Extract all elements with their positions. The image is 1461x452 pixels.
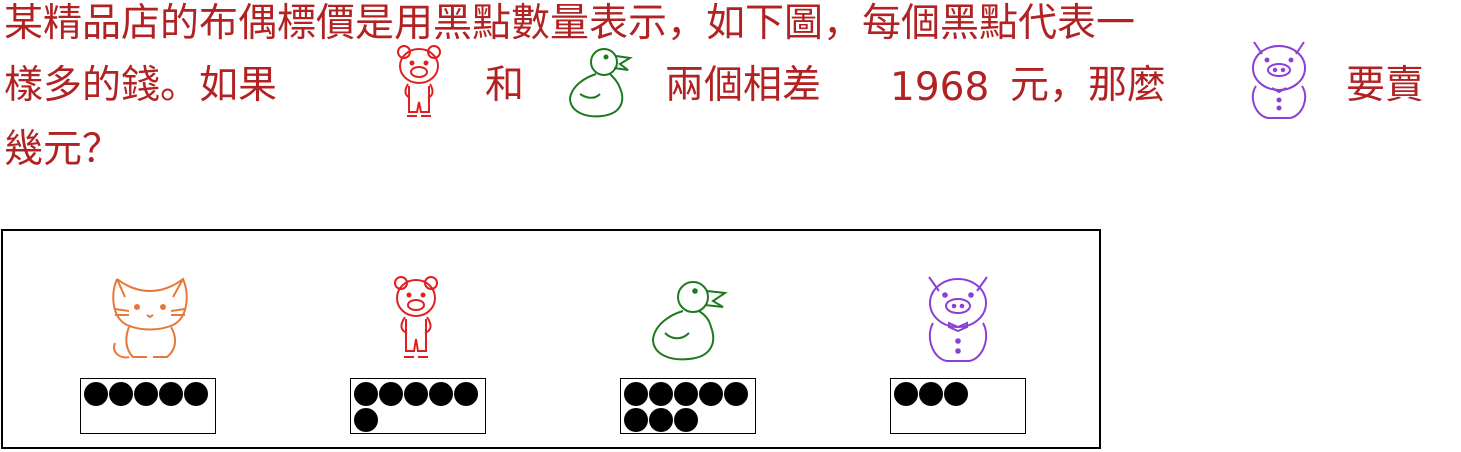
duck-price-dots — [620, 378, 756, 434]
price-dot — [159, 382, 183, 406]
price-dot — [109, 382, 133, 406]
question-line-2-part-b: 和 — [485, 63, 525, 108]
price-dot — [429, 382, 453, 406]
price-dot — [354, 408, 378, 432]
bear-icon — [397, 45, 441, 117]
price-dot — [724, 382, 748, 406]
question-line-1: 某精品店的布偶標價是用黑點數量表示，如下圖，每個黑點代表一 — [4, 1, 1136, 46]
price-dot — [674, 408, 698, 432]
question-difference-number: 1968 — [890, 65, 990, 110]
bear-icon — [394, 276, 438, 358]
price-dot — [84, 382, 108, 406]
price-dot — [894, 382, 918, 406]
price-dot — [404, 382, 428, 406]
pig-icon — [1251, 41, 1307, 119]
price-dot — [454, 382, 478, 406]
price-dot — [354, 382, 378, 406]
question-line-3: 幾元？ — [4, 127, 122, 172]
price-dot — [184, 382, 208, 406]
price-dot — [674, 382, 698, 406]
price-dot — [379, 382, 403, 406]
price-dot — [649, 408, 673, 432]
question-line-2-part-d: 元，那麼 — [1010, 63, 1167, 108]
duck-icon — [568, 48, 633, 118]
price-dot — [624, 382, 648, 406]
pig-icon — [928, 276, 988, 362]
question-line-2-part-e: 要賣 — [1346, 63, 1425, 108]
cat-price-dots — [80, 378, 216, 434]
price-dot — [944, 382, 968, 406]
price-panel — [1, 229, 1101, 449]
question-line-2-part-c: 兩個相差 — [665, 63, 822, 108]
question-line-2-part-a: 樣多的錢。如果 — [4, 63, 278, 108]
price-dot — [649, 382, 673, 406]
duck-icon — [651, 281, 728, 361]
price-dot — [919, 382, 943, 406]
price-dot — [624, 408, 648, 432]
price-dot — [134, 382, 158, 406]
cat-icon — [112, 277, 188, 359]
price-dot — [699, 382, 723, 406]
bear-price-dots — [350, 378, 486, 434]
pig-price-dots — [890, 378, 1026, 434]
